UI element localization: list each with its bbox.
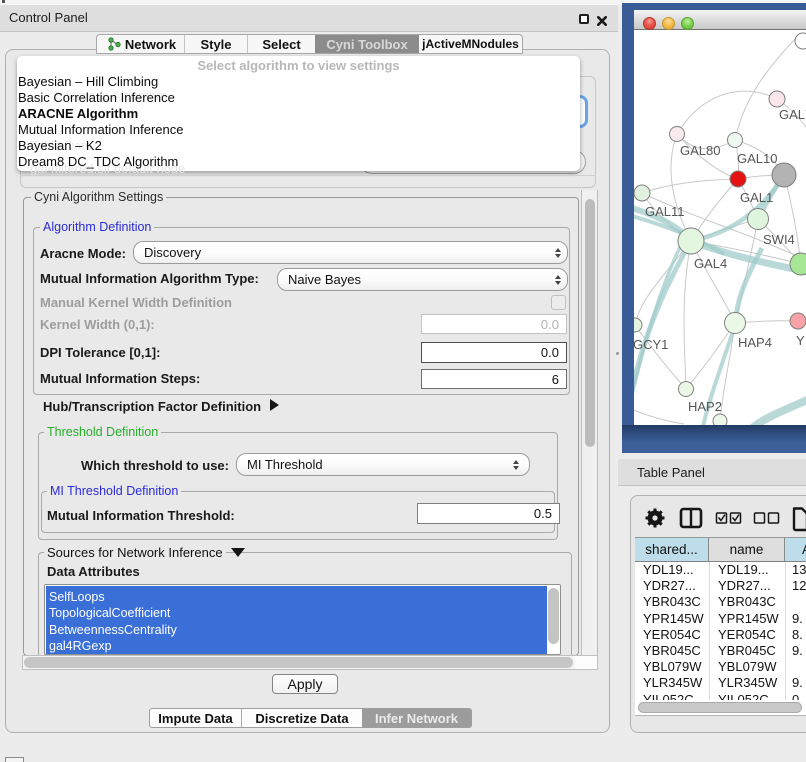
svg-text:GAL1: GAL1 — [740, 190, 773, 205]
svg-text:GAL4: GAL4 — [694, 256, 727, 271]
svg-text:GAL7: GAL7 — [779, 107, 806, 122]
svg-text:HAP2: HAP2 — [688, 399, 722, 414]
svg-text:GAL10: GAL10 — [737, 151, 777, 166]
svg-text:HAP4: HAP4 — [738, 335, 772, 350]
svg-text:GAL80: GAL80 — [680, 143, 720, 158]
svg-text:Y: Y — [796, 333, 805, 348]
svg-text:GAL11: GAL11 — [645, 204, 685, 219]
svg-text:SWI4: SWI4 — [763, 232, 795, 247]
svg-text:GCY1: GCY1 — [634, 337, 668, 352]
